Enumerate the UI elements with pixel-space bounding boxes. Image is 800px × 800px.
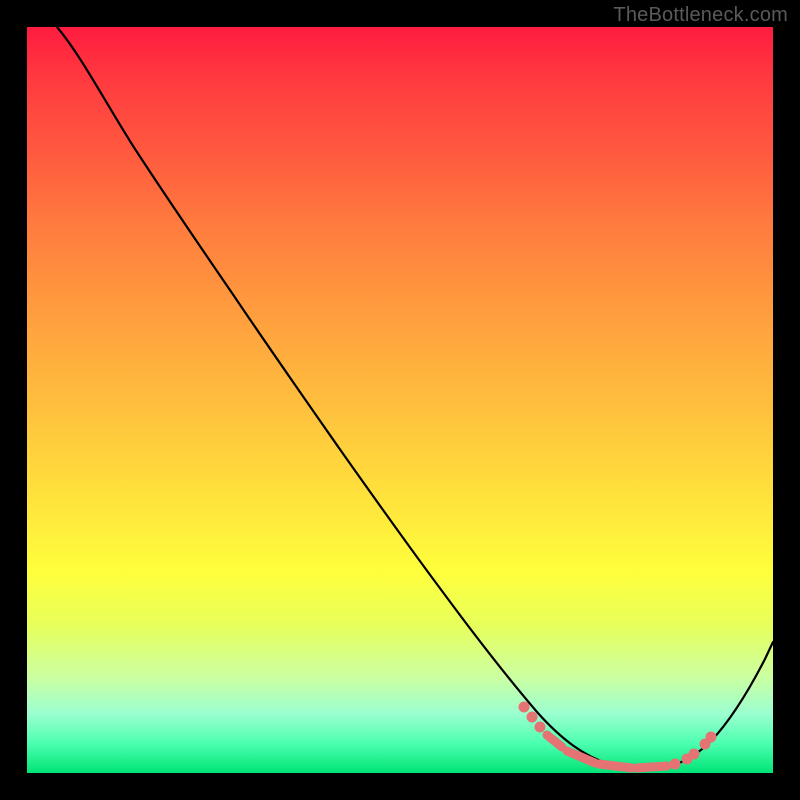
marker-dash <box>547 735 562 747</box>
marker-dash <box>599 764 632 768</box>
bottleneck-curve <box>57 27 773 769</box>
chart-frame: TheBottleneck.com <box>0 0 800 800</box>
watermark-text: TheBottleneck.com <box>613 4 788 27</box>
marker-dash <box>637 766 667 768</box>
marker-dot <box>670 759 681 770</box>
chart-svg <box>27 27 773 773</box>
marker-dot <box>689 749 700 760</box>
marker-dot <box>706 732 717 743</box>
plot-area <box>27 27 773 773</box>
marker-dot <box>527 712 538 723</box>
marker-dash <box>567 751 595 763</box>
marker-dot <box>519 702 530 713</box>
marker-dot <box>535 722 546 733</box>
